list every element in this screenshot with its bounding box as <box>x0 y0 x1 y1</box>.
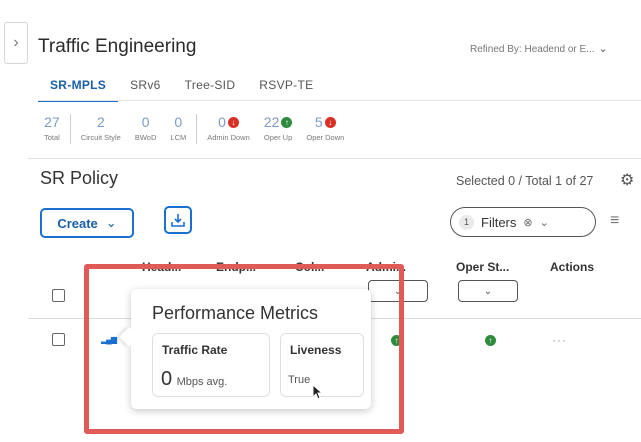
page-title: Traffic Engineering <box>38 36 197 57</box>
stat-bwod[interactable]: 0 BWoD <box>135 114 157 142</box>
select-all-checkbox[interactable] <box>52 289 65 302</box>
chevron-right-icon: › <box>13 34 19 51</box>
gear-icon[interactable]: ⚙ <box>620 170 634 190</box>
chevron-down-icon: ⌄ <box>598 43 608 55</box>
highlight-box <box>84 264 404 434</box>
section-divider <box>28 158 641 159</box>
tab-sr-mpls[interactable]: SR-MPLS <box>38 72 119 102</box>
chevron-down-icon: ⌄ <box>539 216 549 229</box>
tab-srv6[interactable]: SRv6 <box>118 72 173 100</box>
stat-lcm[interactable]: 0 LCM <box>170 114 186 142</box>
stat-value: 22 <box>263 114 280 130</box>
create-label: Create <box>57 215 98 231</box>
stat-label: Oper Down <box>306 133 345 142</box>
stat-admin-down[interactable]: 0 ↓ Admin Down <box>207 114 250 142</box>
filter-lines-icon[interactable]: ≡ <box>610 212 619 230</box>
stat-value: 0 <box>141 114 150 130</box>
stat-label: Oper Up <box>263 133 293 142</box>
stat-oper-up[interactable]: 22 ↑ Oper Up <box>264 114 293 142</box>
stat-total[interactable]: 27 Total <box>44 114 60 142</box>
create-button[interactable]: Create ⌄ <box>40 208 134 238</box>
oper-status-filter[interactable]: ⌄ <box>458 280 518 302</box>
stat-oper-down[interactable]: 5 ↓ Oper Down <box>306 114 344 142</box>
download-button[interactable] <box>164 206 192 234</box>
stat-value: 5 <box>314 114 323 130</box>
stat-divider <box>196 114 198 144</box>
stat-label: BWoD <box>134 133 157 142</box>
stat-label: Circuit Style <box>80 133 121 142</box>
expand-sidebar-button[interactable]: › <box>4 22 28 64</box>
arrow-down-icon: ↓ <box>227 116 239 128</box>
tab-tree-sid[interactable]: Tree-SID <box>173 72 248 100</box>
refined-by-dropdown[interactable]: Refined By: Headend or E... ⌄ <box>470 42 608 55</box>
tabs: SR-MPLS SRv6 Tree-SID RSVP-TE <box>38 72 325 102</box>
summary-stats: 27 Total 2 Circuit Style 0 BWoD 0 LCM 0 ↓… <box>44 114 358 144</box>
oper-up-icon: ↑ <box>485 335 496 346</box>
arrow-up-icon: ↑ <box>281 116 293 128</box>
chevron-down-icon: ⌄ <box>483 285 493 297</box>
selection-count: Selected 0 / Total 1 of 27 <box>456 174 594 188</box>
stat-value: 0 <box>174 114 183 130</box>
stat-divider <box>69 114 71 144</box>
row-actions-menu[interactable]: ··· <box>552 333 567 347</box>
download-icon <box>171 214 185 227</box>
filter-count-badge: 1 <box>459 214 474 230</box>
stat-circuit-style[interactable]: 2 Circuit Style <box>81 114 121 142</box>
refined-by-label: Refined By: Headend or E... <box>470 44 595 55</box>
stat-value: 0 <box>218 114 226 130</box>
clear-filter-icon[interactable]: ⊗ <box>523 216 532 229</box>
chevron-down-icon: ⌄ <box>105 215 117 230</box>
section-title: SR Policy <box>40 168 119 188</box>
stat-label: Admin Down <box>207 133 250 142</box>
stat-value: 2 <box>96 114 105 130</box>
column-header-actions: Actions <box>550 260 595 274</box>
stat-label: LCM <box>170 133 187 142</box>
stat-label: Total <box>44 133 60 142</box>
filters-button[interactable]: 1 Filters ⊗ ⌄ <box>450 207 596 237</box>
arrow-down-icon: ↓ <box>324 116 336 128</box>
tabs-divider <box>38 100 641 101</box>
tab-rsvp-te[interactable]: RSVP-TE <box>247 72 325 100</box>
stat-value: 27 <box>44 114 60 130</box>
column-header-oper-status[interactable]: Oper St... <box>456 260 509 274</box>
row-checkbox[interactable] <box>52 333 65 346</box>
filters-label: Filters <box>481 214 517 230</box>
